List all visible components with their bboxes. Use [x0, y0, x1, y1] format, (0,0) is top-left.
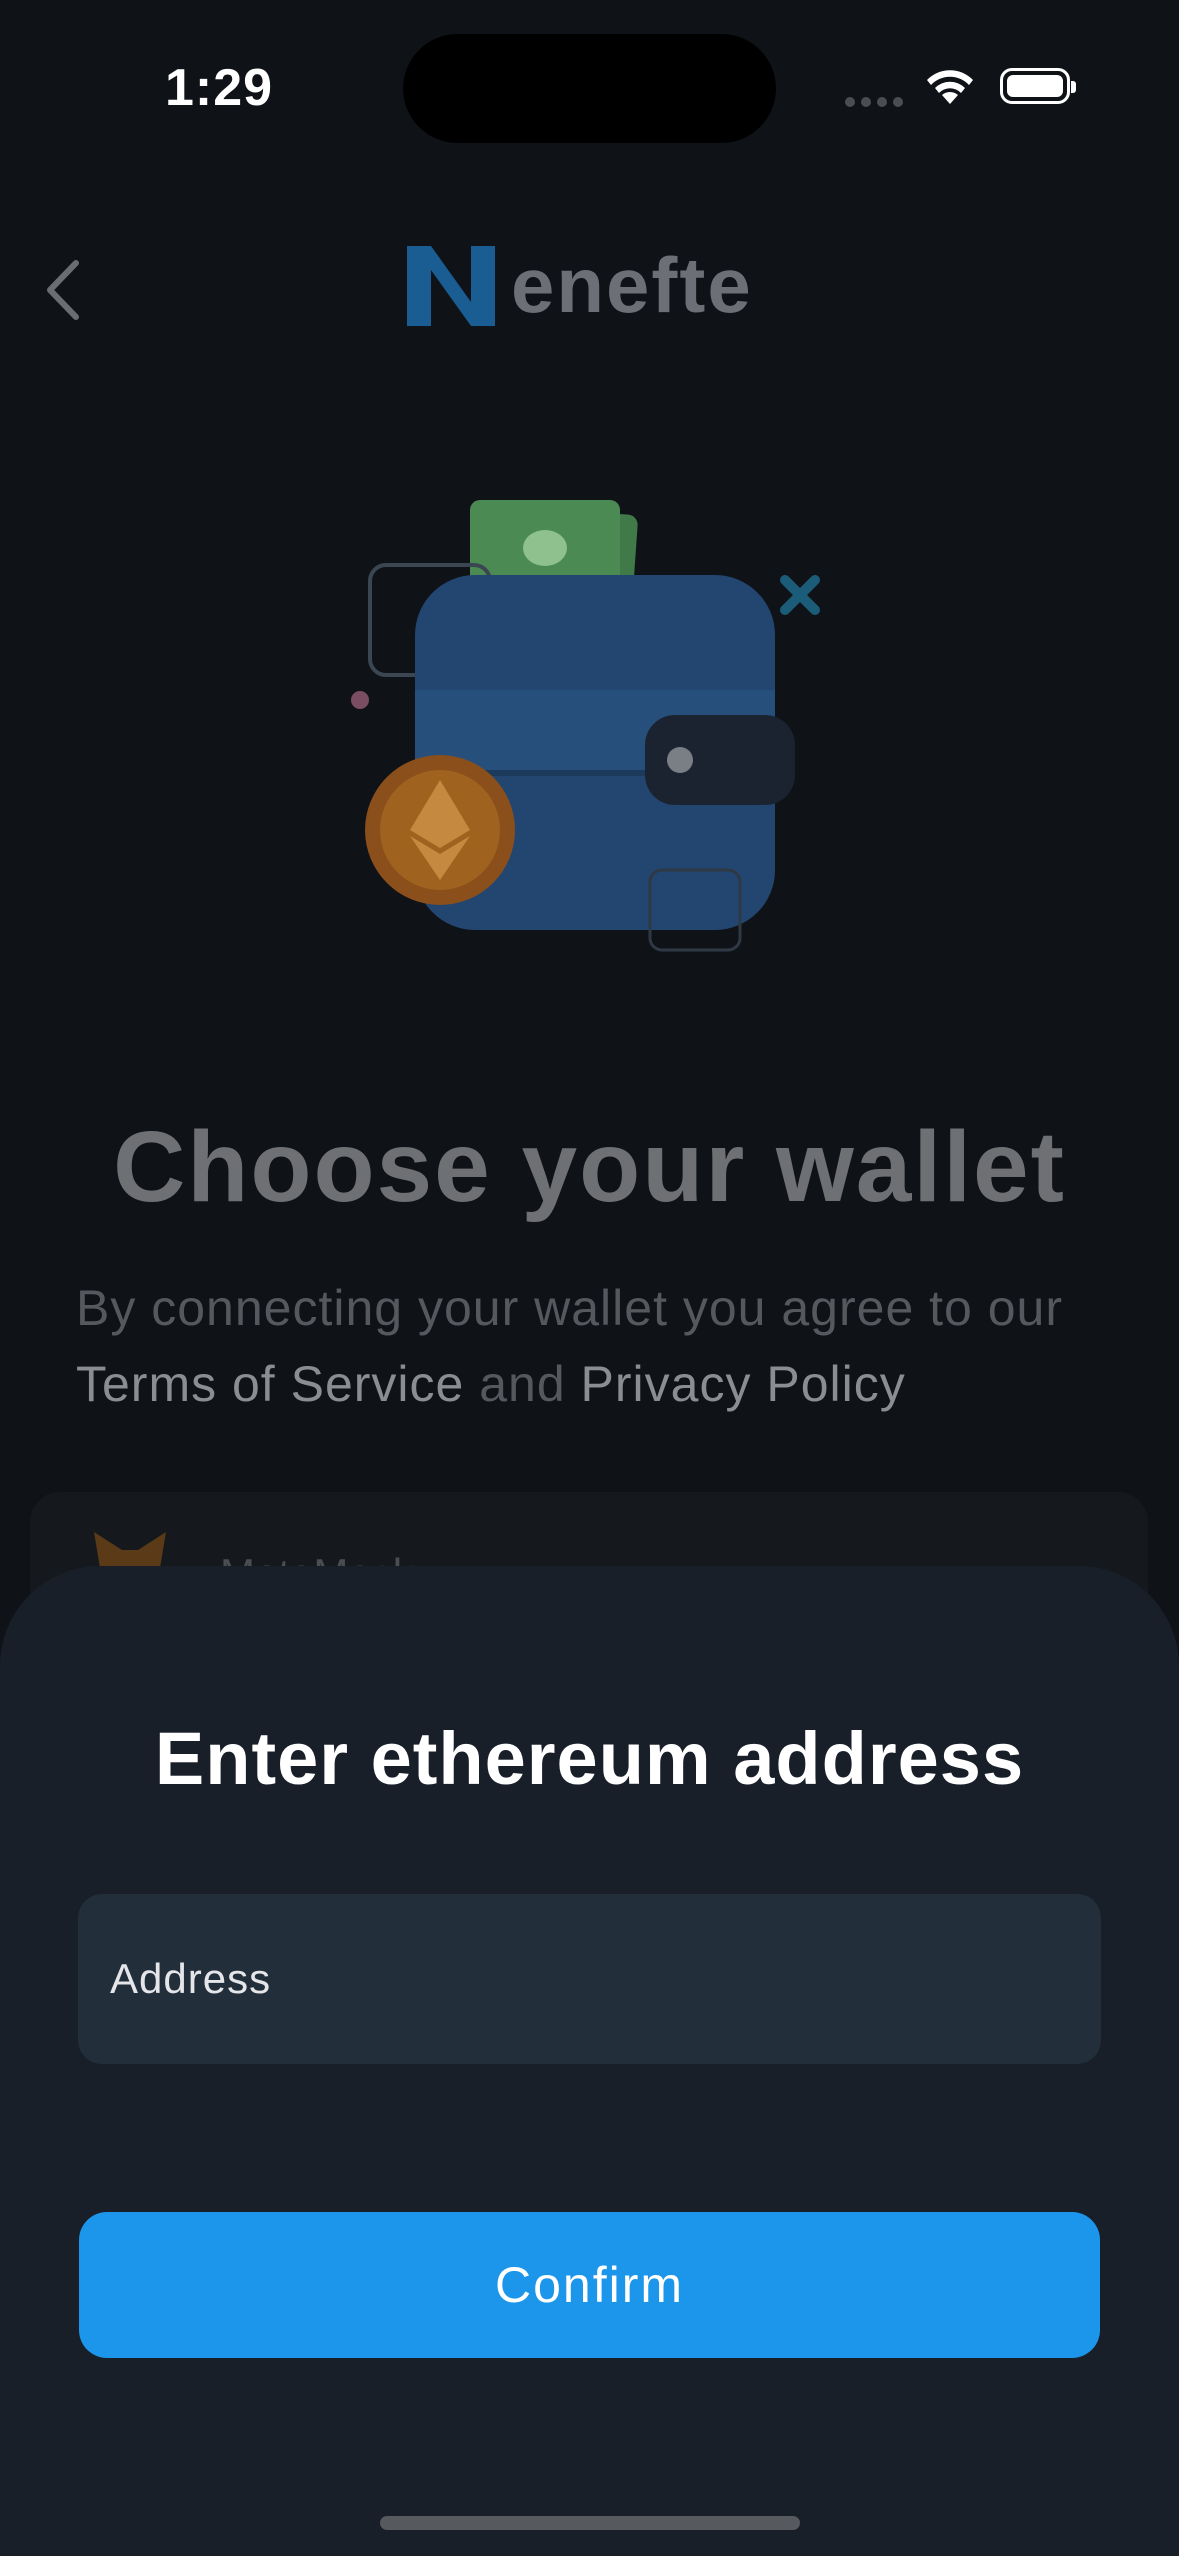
- home-indicator: [380, 2516, 800, 2530]
- privacy-policy-link[interactable]: Privacy Policy: [581, 1356, 906, 1412]
- enefte-logo-icon: [407, 246, 495, 326]
- wallet-illustration: [351, 500, 820, 952]
- terms-of-service-link[interactable]: Terms of Service: [76, 1356, 464, 1412]
- back-chevron-icon[interactable]: [40, 255, 90, 325]
- confirm-button[interactable]: Confirm: [79, 2212, 1100, 2358]
- app-logo: enefte: [405, 240, 753, 330]
- sheet-title: Enter ethereum address: [154, 1717, 1025, 1800]
- logo-text: enefte: [511, 240, 753, 329]
- page-title: Choose your wallet: [113, 1111, 1066, 1223]
- address-bottom-sheet: Enter ethereum address Confirm: [0, 1566, 1179, 2556]
- address-input[interactable]: [78, 1894, 1101, 2064]
- terms-subtitle: By connecting your wallet you agree to o…: [76, 1280, 1063, 1412]
